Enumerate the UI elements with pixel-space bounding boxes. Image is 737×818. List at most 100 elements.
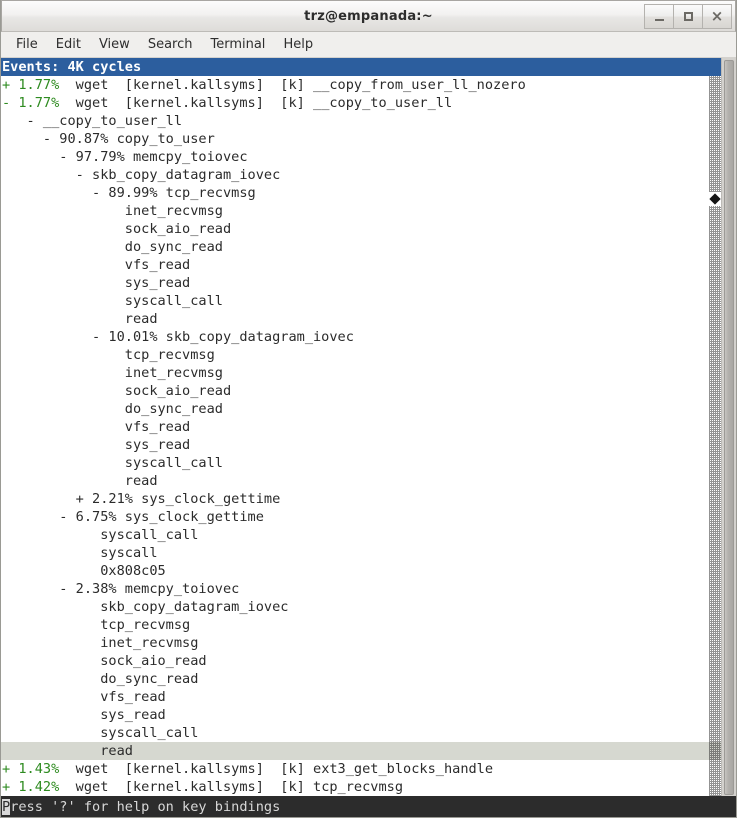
menu-item-file[interactable]: File — [7, 34, 47, 55]
perf-callchain-row[interactable]: - skb_copy_datagram_iovec — [1, 166, 736, 184]
menu-item-search[interactable]: Search — [139, 34, 202, 55]
perf-callchain-row[interactable]: vfs_read — [1, 418, 736, 436]
callchain-symbol: - 90.87% copy_to_user — [2, 131, 215, 147]
overhead-percent: 1.77% — [10, 95, 60, 111]
minimize-icon — [654, 19, 664, 21]
menu-bar: File Edit View Search Terminal Help — [1, 32, 736, 58]
callchain-symbol: - 97.79% memcpy_toiovec — [2, 149, 248, 165]
callchain-symbol: inet_recvmsg — [2, 203, 223, 219]
perf-callchain-row[interactable]: skb_copy_datagram_iovec — [1, 598, 736, 616]
perf-report-rows[interactable]: Events: 4K cycles + 1.77% wget [kernel.ka… — [1, 58, 736, 796]
entry-symbol: wget [kernel.kallsyms] [k] ext3_get_bloc… — [59, 761, 494, 777]
callchain-symbol: skb_copy_datagram_iovec — [2, 599, 289, 615]
callchain-symbol: vfs_read — [2, 689, 166, 705]
perf-callchain-row[interactable]: - 6.75% sys_clock_gettime — [1, 508, 736, 526]
perf-callchain-row[interactable]: vfs_read — [1, 256, 736, 274]
perf-scroll-position-marker[interactable] — [709, 192, 721, 206]
perf-entry-row[interactable]: - 1.77% wget [kernel.kallsyms] [k] __cop… — [1, 94, 736, 112]
callchain-symbol: syscall_call — [2, 725, 199, 741]
terminal-content[interactable]: Events: 4K cycles + 1.77% wget [kernel.ka… — [1, 58, 736, 817]
perf-callchain-row[interactable]: syscall_call — [1, 526, 736, 544]
perf-callchain-row[interactable]: inet_recvmsg — [1, 202, 736, 220]
callchain-symbol: sys_read — [2, 437, 191, 453]
perf-callchain-row[interactable]: sock_aio_read — [1, 382, 736, 400]
callchain-symbol: + 2.21% sys_clock_gettime — [2, 491, 281, 507]
callchain-symbol: do_sync_read — [2, 671, 199, 687]
perf-callchain-row[interactable]: - 2.38% memcpy_toiovec — [1, 580, 736, 598]
callchain-symbol: sock_aio_read — [2, 221, 232, 237]
perf-callchain-row[interactable]: inet_recvmsg — [1, 364, 736, 382]
perf-callchain-row[interactable]: tcp_recvmsg — [1, 616, 736, 634]
perf-callchain-row[interactable]: - 89.99% tcp_recvmsg — [1, 184, 736, 202]
perf-callchain-row[interactable]: sys_read — [1, 274, 736, 292]
perf-callchain-row[interactable]: - __copy_to_user_ll — [1, 112, 736, 130]
perf-callchain-row[interactable]: - 97.79% memcpy_toiovec — [1, 148, 736, 166]
menu-item-edit[interactable]: Edit — [47, 34, 90, 55]
window-controls: × — [644, 4, 732, 29]
perf-callchain-row[interactable]: inet_recvmsg — [1, 634, 736, 652]
expand-toggle[interactable]: + — [2, 761, 10, 777]
title-bar[interactable]: trz@empanada:~ × — [1, 0, 736, 32]
perf-callchain-row[interactable]: do_sync_read — [1, 238, 736, 256]
perf-callchain-row[interactable]: - 90.87% copy_to_user — [1, 130, 736, 148]
perf-callchain-row[interactable]: tcp_recvmsg — [1, 346, 736, 364]
perf-entry-row[interactable]: + 1.77% wget [kernel.kallsyms] [k] __cop… — [1, 76, 736, 94]
maximize-button[interactable] — [673, 4, 703, 29]
maximize-icon — [683, 12, 693, 21]
terminal-cursor: P — [2, 799, 11, 815]
perf-callchain-row[interactable]: syscall — [1, 544, 736, 562]
callchain-symbol: read — [2, 311, 158, 327]
perf-callchain-row[interactable]: do_sync_read — [1, 670, 736, 688]
status-bar-text: ress '?' for help on key bindings — [10, 799, 281, 815]
expand-toggle[interactable]: + — [2, 77, 10, 93]
callchain-symbol: vfs_read — [2, 257, 191, 273]
callchain-symbol: syscall_call — [2, 455, 223, 471]
perf-callchain-row[interactable]: + 2.21% sys_clock_gettime — [1, 490, 736, 508]
callchain-symbol: sys_read — [2, 707, 166, 723]
entry-symbol: wget [kernel.kallsyms] [k] tcp_recvmsg — [59, 779, 404, 795]
perf-entry-row[interactable]: + 1.43% wget [kernel.kallsyms] [k] ext3_… — [1, 760, 736, 778]
callchain-symbol: - 6.75% sys_clock_gettime — [2, 509, 264, 525]
terminal-window: trz@empanada:~ × File Edit View Search Termi… — [0, 0, 737, 818]
overhead-percent: 1.43% — [10, 761, 60, 777]
expand-toggle[interactable]: - — [2, 95, 10, 111]
callchain-symbol: - 89.99% tcp_recvmsg — [2, 185, 256, 201]
perf-callchain-row[interactable]: 0x808c05 — [1, 562, 736, 580]
perf-callchain-row[interactable]: sys_read — [1, 706, 736, 724]
menu-item-terminal[interactable]: Terminal — [201, 34, 274, 55]
callchain-symbol: - 2.38% memcpy_toiovec — [2, 581, 240, 597]
callchain-symbol: syscall_call — [2, 293, 223, 309]
callchain-symbol: - __copy_to_user_ll — [2, 113, 183, 129]
perf-events-header: Events: 4K cycles — [1, 58, 736, 76]
callchain-symbol: tcp_recvmsg — [2, 617, 191, 633]
perf-entry-row[interactable]: + 1.42% wget [kernel.kallsyms] [k] tcp_r… — [1, 778, 736, 796]
perf-callchain-row[interactable]: sock_aio_read — [1, 652, 736, 670]
minimize-button[interactable] — [644, 4, 674, 29]
callchain-symbol: sys_read — [2, 275, 191, 291]
entry-symbol: wget [kernel.kallsyms] [k] __copy_to_use… — [59, 95, 453, 111]
callchain-symbol: inet_recvmsg — [2, 635, 199, 651]
menu-item-help[interactable]: Help — [274, 34, 322, 55]
perf-callchain-row[interactable]: read — [1, 742, 736, 760]
scrollbar-thumb[interactable] — [724, 60, 734, 795]
callchain-symbol: read — [2, 743, 133, 759]
perf-callchain-row[interactable]: syscall_call — [1, 292, 736, 310]
callchain-symbol: do_sync_read — [2, 239, 223, 255]
menu-item-view[interactable]: View — [90, 34, 139, 55]
perf-callchain-row[interactable]: syscall_call — [1, 454, 736, 472]
perf-callchain-row[interactable]: read — [1, 472, 736, 490]
callchain-symbol: sock_aio_read — [2, 653, 207, 669]
perf-callchain-row[interactable]: do_sync_read — [1, 400, 736, 418]
perf-callchain-row[interactable]: syscall_call — [1, 724, 736, 742]
perf-scroll-dither-mask — [709, 58, 721, 76]
close-button[interactable]: × — [702, 4, 732, 29]
perf-callchain-row[interactable]: sock_aio_read — [1, 220, 736, 238]
window-title: trz@empanada:~ — [304, 8, 433, 24]
vertical-scrollbar[interactable] — [721, 58, 736, 817]
perf-callchain-row[interactable]: read — [1, 310, 736, 328]
status-bar: Press '?' for help on key bindings — [1, 796, 736, 817]
perf-callchain-row[interactable]: vfs_read — [1, 688, 736, 706]
perf-callchain-row[interactable]: - 10.01% skb_copy_datagram_iovec — [1, 328, 736, 346]
expand-toggle[interactable]: + — [2, 779, 10, 795]
perf-callchain-row[interactable]: sys_read — [1, 436, 736, 454]
